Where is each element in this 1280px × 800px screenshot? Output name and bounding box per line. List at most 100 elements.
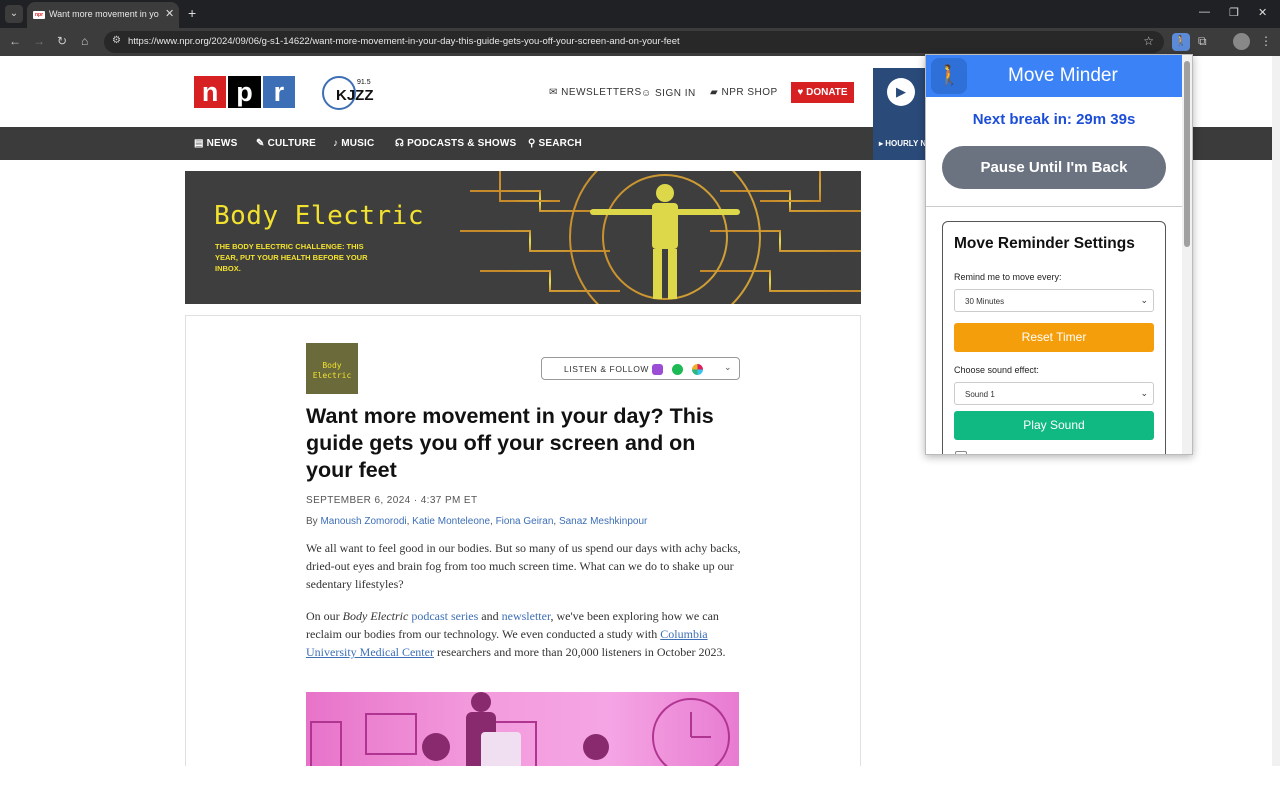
- nav-search[interactable]: ⚲ SEARCH: [528, 138, 582, 149]
- extensions-puzzle-icon[interactable]: ⧉: [1198, 34, 1207, 49]
- para2-text: researchers and more than 20,000 listene…: [433, 645, 726, 659]
- spotify-icon[interactable]: [672, 364, 683, 375]
- podcast-thumbnail[interactable]: Body Electric: [306, 343, 358, 394]
- music-icon: ♪: [333, 138, 342, 149]
- article-headline: Want more movement in your day? This gui…: [306, 404, 714, 482]
- menu-dots-icon[interactable]: ⋮: [1260, 34, 1272, 48]
- search-icon: ⚲: [528, 138, 539, 149]
- author-link[interactable]: Katie Monteleone: [412, 516, 490, 527]
- npr-favicon-icon: npr: [33, 11, 45, 19]
- podcast-series-link[interactable]: podcast series: [411, 609, 478, 623]
- url-text[interactable]: https://www.npr.org/2024/09/06/g-s1-1462…: [128, 36, 680, 47]
- new-tab-button[interactable]: +: [188, 5, 196, 21]
- tab-strip: ⌄ npr Want more movement in your day? Th…: [0, 0, 1280, 28]
- para2-italic: Body Electric: [342, 609, 409, 623]
- article-paragraph-1: We all want to feel good in our bodies. …: [306, 541, 741, 591]
- nav-news[interactable]: ▤ NEWS: [194, 138, 237, 149]
- nav-culture[interactable]: ✎ CULTURE: [256, 138, 316, 149]
- pause-until-back-button[interactable]: Pause Until I'm Back: [942, 146, 1166, 189]
- kjzz-logo[interactable]: 91.5 KJZZ: [322, 76, 380, 110]
- minimize-icon[interactable]: —: [1199, 6, 1210, 18]
- address-bar[interactable]: ⚙ https://www.npr.org/2024/09/06/g-s1-14…: [104, 31, 1164, 53]
- newsletter-link[interactable]: newsletter: [502, 609, 551, 623]
- author-link[interactable]: Manoush Zomorodi: [320, 516, 406, 527]
- sign-in-link[interactable]: ☺ SIGN IN: [641, 88, 696, 99]
- heart-icon: ♥: [797, 87, 807, 98]
- settings-checkbox[interactable]: [955, 451, 967, 454]
- user-icon: ☺: [641, 88, 655, 99]
- remind-interval-value: 30 Minutes: [965, 297, 1005, 306]
- para2-text: On our: [306, 609, 343, 623]
- npr-one-icon[interactable]: [692, 364, 703, 375]
- walking-person-icon: 🚶: [931, 58, 967, 94]
- play-icon[interactable]: ▶: [887, 78, 915, 106]
- divider: [926, 206, 1182, 207]
- sign-in-label: SIGN IN: [655, 88, 696, 99]
- reset-timer-button[interactable]: Reset Timer: [954, 323, 1154, 352]
- tab-close-icon[interactable]: ✕: [165, 7, 174, 20]
- article-byline: By Manoush Zomorodi, Katie Monteleone, F…: [306, 516, 647, 527]
- banner-title: Body Electric: [214, 201, 424, 231]
- headphones-icon: ☊: [395, 138, 408, 149]
- apple-podcasts-icon[interactable]: [652, 364, 663, 375]
- newsletters-link[interactable]: ✉ NEWSLETTERS: [549, 87, 642, 98]
- donate-label: DONATE: [806, 87, 848, 98]
- bag-icon: ▰: [710, 87, 722, 98]
- news-icon: ▤: [194, 138, 207, 149]
- next-break-countdown: Next break in: 29m 39s: [972, 111, 1136, 128]
- author-link[interactable]: Fiona Geiran: [496, 516, 554, 527]
- nav-podcasts[interactable]: ☊ PODCASTS & SHOWS: [395, 138, 516, 149]
- window-close-icon[interactable]: ✕: [1258, 6, 1267, 19]
- sound-effect-value: Sound 1: [965, 390, 995, 399]
- profile-icon[interactable]: [1233, 33, 1250, 50]
- move-minder-extension-icon[interactable]: 🚶: [1172, 33, 1190, 51]
- reload-icon[interactable]: ↻: [57, 34, 67, 48]
- byline-prefix: By: [306, 516, 321, 527]
- maximize-icon[interactable]: ❐: [1229, 6, 1239, 19]
- popup-scroll-thumb[interactable]: [1184, 61, 1190, 247]
- sound-effect-label: Choose sound effect:: [954, 365, 1039, 375]
- chevron-down-icon: ⌄: [1140, 295, 1148, 305]
- npr-logo-n: n: [194, 76, 227, 108]
- listen-follow-dropdown[interactable]: LISTEN & FOLLOW ⌄: [541, 357, 740, 380]
- popup-scrollbar[interactable]: [1182, 55, 1192, 454]
- article-hero-illustration: [306, 692, 739, 766]
- author-link[interactable]: Sanaz Meshkinpour: [559, 516, 647, 527]
- circuit-figure-illustration: [460, 171, 861, 304]
- play-sound-button[interactable]: Play Sound: [954, 411, 1154, 440]
- body-electric-banner[interactable]: Body Electric THE BODY ELECTRIC CHALLENG…: [185, 171, 861, 304]
- live-radio-player[interactable]: ▶ ▸ HOURLY N: [873, 68, 933, 160]
- culture-icon: ✎: [256, 138, 268, 149]
- banner-subtitle: THE BODY ELECTRIC CHALLENGE: THIS YEAR, …: [215, 242, 368, 273]
- site-info-icon[interactable]: ⚙: [112, 35, 121, 46]
- npr-logo[interactable]: n p r: [194, 76, 295, 108]
- article-dateline: SEPTEMBER 6, 2024 · 4:37 PM ET: [306, 495, 478, 506]
- article-card: Body Electric LISTEN & FOLLOW ⌄ Want mor…: [185, 315, 861, 766]
- tab-list-icon[interactable]: ⌄: [5, 5, 23, 23]
- nav-search-label: SEARCH: [538, 138, 582, 149]
- remind-interval-select[interactable]: 30 Minutes ⌄: [954, 289, 1154, 312]
- shop-label: NPR SHOP: [721, 87, 778, 98]
- sound-effect-select[interactable]: Sound 1 ⌄: [954, 382, 1154, 405]
- page-scrollbar[interactable]: [1272, 56, 1280, 766]
- settings-title: Move Reminder Settings: [954, 235, 1135, 252]
- popup-header: 🚶 Move Minder: [926, 55, 1182, 97]
- nav-news-label: NEWS: [206, 138, 238, 149]
- popup-title: Move Minder: [1008, 65, 1118, 86]
- newsletters-label: NEWSLETTERS: [561, 87, 642, 98]
- active-tab[interactable]: npr Want more movement in your day? This…: [27, 2, 179, 28]
- hourly-news-label[interactable]: ▸ HOURLY N: [879, 139, 926, 148]
- bookmark-star-icon[interactable]: ☆: [1143, 34, 1154, 48]
- settings-panel: Move Reminder Settings Remind me to move…: [942, 221, 1166, 454]
- npr-logo-p: p: [228, 76, 261, 108]
- nav-music[interactable]: ♪ MUSIC: [333, 138, 374, 149]
- back-icon[interactable]: ←: [9, 34, 21, 48]
- npr-shop-link[interactable]: ▰ NPR SHOP: [710, 87, 778, 98]
- envelope-icon: ✉: [549, 87, 562, 98]
- donate-button[interactable]: ♥ DONATE: [791, 82, 854, 103]
- kjzz-name: KJZZ: [336, 87, 374, 104]
- home-icon[interactable]: ⌂: [81, 34, 88, 48]
- chevron-down-icon[interactable]: ⌄: [724, 362, 732, 373]
- npr-logo-r: r: [262, 76, 295, 108]
- forward-icon[interactable]: →: [33, 34, 45, 48]
